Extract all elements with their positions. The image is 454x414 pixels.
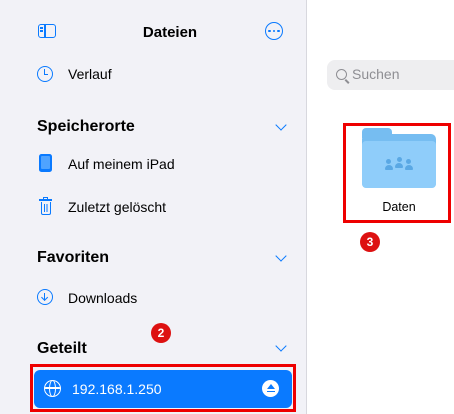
sidebar-item-on-my-ipad[interactable]: Auf meinem iPad: [68, 156, 175, 172]
ipad-icon: [39, 154, 52, 172]
sidebar-toggle-icon[interactable]: [38, 24, 56, 38]
search-placeholder: Suchen: [352, 66, 400, 82]
clock-icon: [37, 66, 53, 82]
sidebar-item-recents[interactable]: Verlauf: [68, 66, 112, 82]
sidebar-title: Dateien: [142, 24, 198, 41]
sidebar-item-recently-deleted[interactable]: Zuletzt gelöscht: [68, 199, 166, 215]
annotation-badge-2: 2: [151, 323, 171, 343]
section-locations: Speicherorte: [37, 118, 135, 135]
highlight-box-server: [30, 364, 296, 412]
trash-icon: [39, 197, 52, 215]
search-icon: [336, 69, 347, 80]
sidebar-item-downloads[interactable]: Downloads: [68, 290, 137, 306]
annotation-badge-3: 3: [360, 232, 380, 252]
section-favorites: Favoriten: [37, 249, 110, 266]
download-icon: [37, 289, 53, 305]
section-shared: Geteilt: [37, 340, 87, 357]
more-options-icon[interactable]: [265, 22, 283, 40]
highlight-box-folder: [343, 123, 451, 223]
